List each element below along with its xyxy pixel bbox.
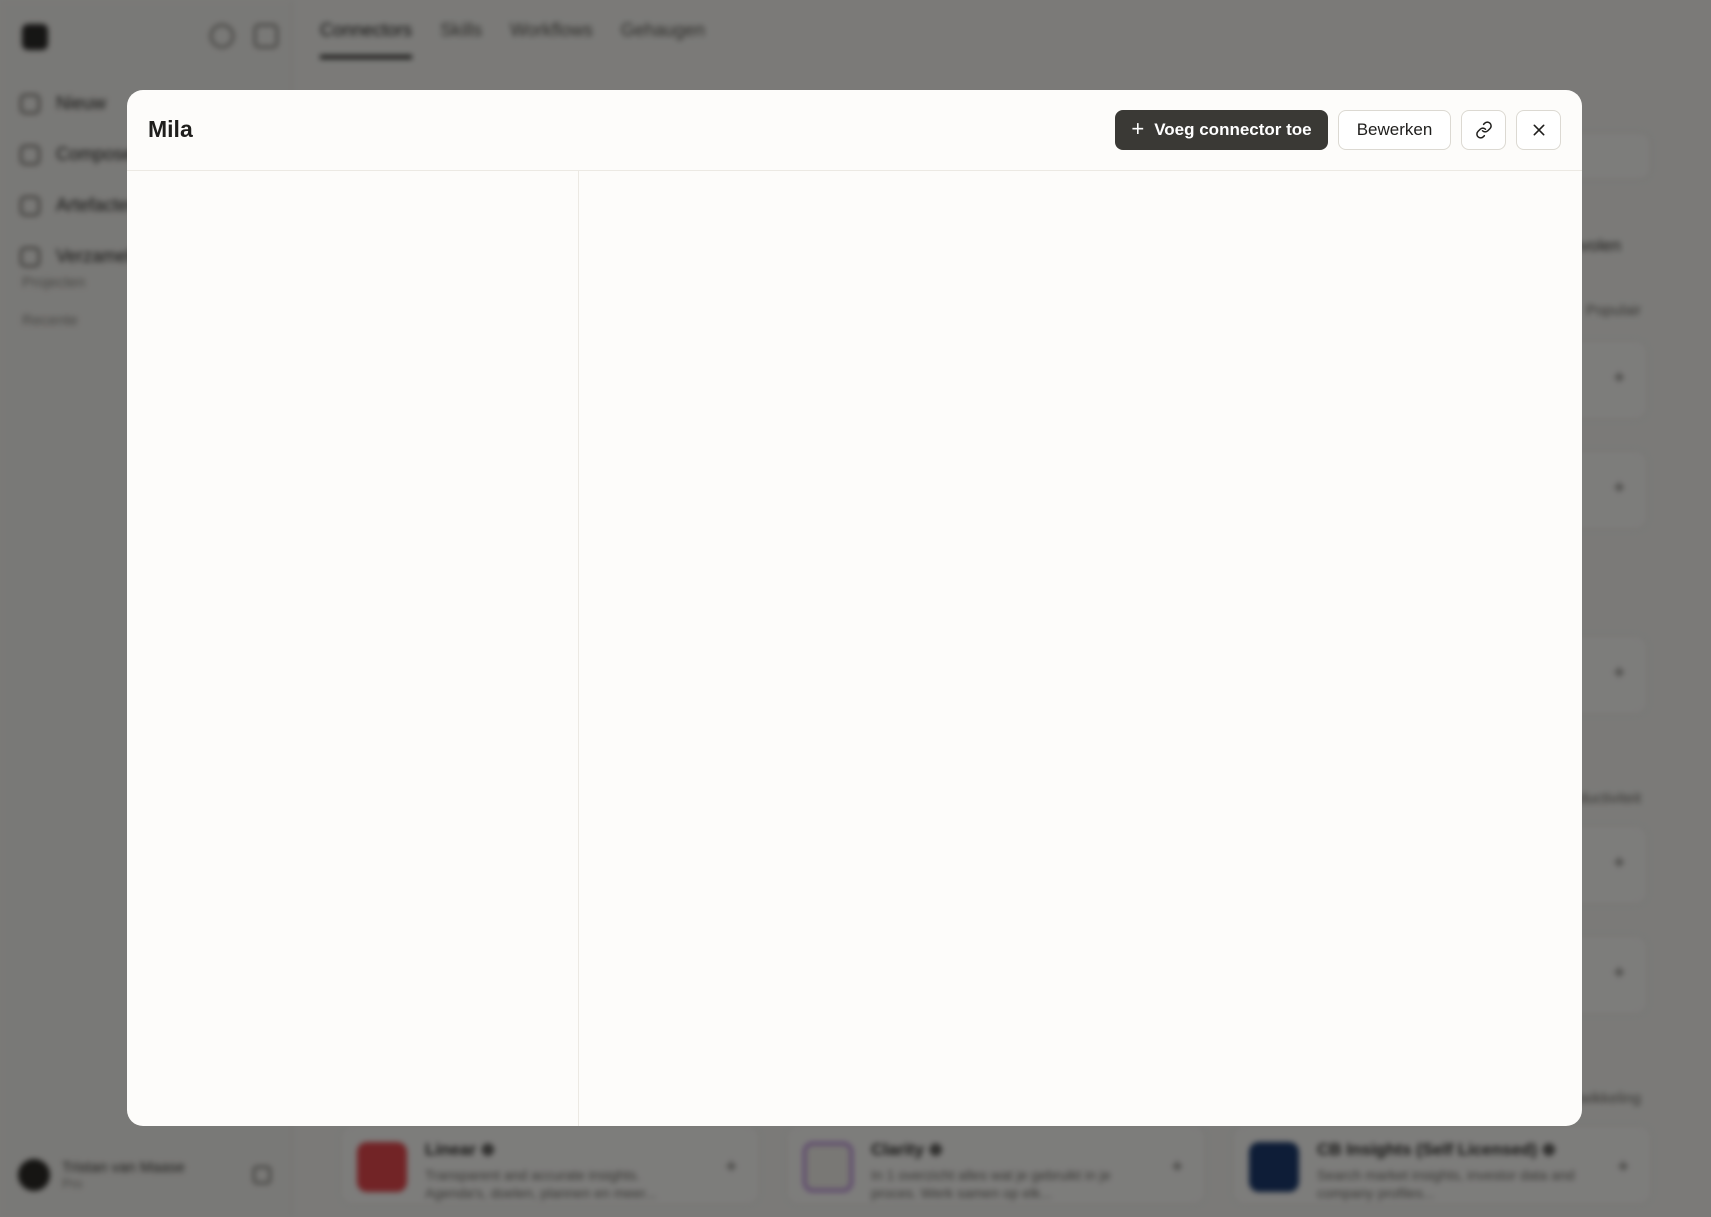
- modal-header: Mila + Voeg connector toe Bewerken: [127, 90, 1582, 171]
- plus-icon: +: [1131, 116, 1145, 141]
- add-connector-label: Voeg connector toe: [1154, 120, 1312, 139]
- modal-title: Mila: [148, 116, 193, 142]
- link-icon: [1475, 121, 1492, 139]
- add-connector-button[interactable]: + Voeg connector toe: [1115, 110, 1328, 150]
- edit-button[interactable]: Bewerken: [1338, 110, 1451, 150]
- modal-left-pane: [127, 171, 579, 1126]
- connector-modal: Mila + Voeg connector toe Bewerken: [127, 90, 1582, 1126]
- copy-link-button[interactable]: [1461, 110, 1506, 150]
- close-icon: [1533, 124, 1544, 136]
- close-button[interactable]: [1516, 110, 1561, 150]
- modal-right-pane: [580, 171, 1582, 1126]
